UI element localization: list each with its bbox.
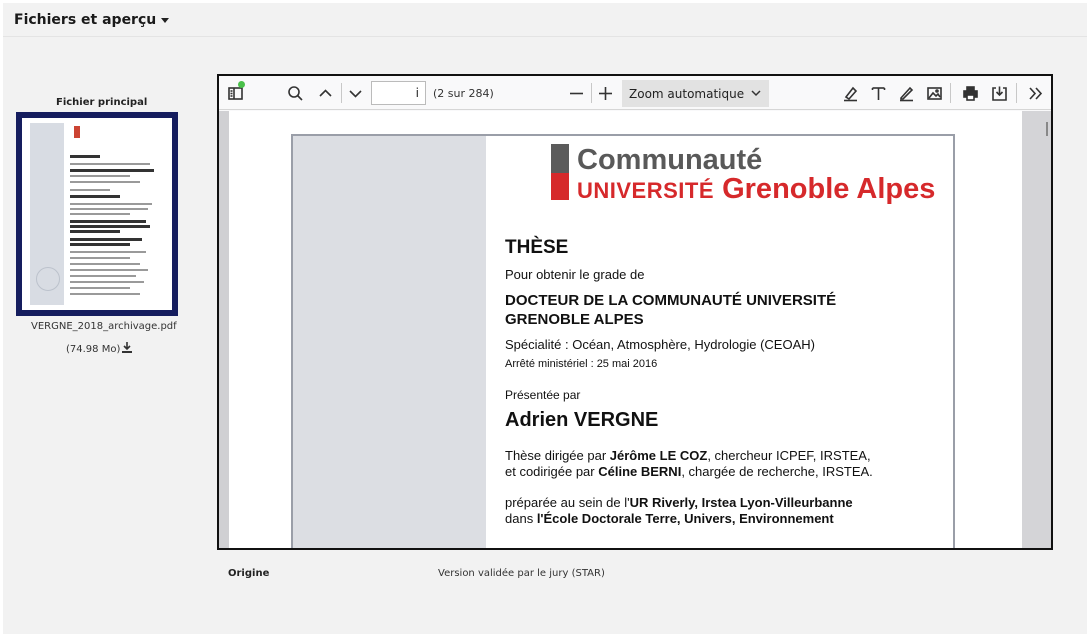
thumbnail-page xyxy=(30,123,164,305)
doc-prepared-at: préparée au sein de l'UR Riverly, Irstea… xyxy=(505,495,853,526)
scrollbar-thumb[interactable] xyxy=(1046,122,1048,136)
search-icon[interactable] xyxy=(283,81,307,105)
chevron-down-icon[interactable] xyxy=(343,81,367,105)
doc-school: l'École Doctorale Terre, Univers, Enviro… xyxy=(536,511,834,526)
panel-header: Fichiers et aperçu xyxy=(3,3,1087,37)
notification-dot xyxy=(238,81,245,88)
pen-icon[interactable] xyxy=(894,81,918,105)
page-number-input[interactable] xyxy=(371,81,426,105)
seal-icon xyxy=(36,267,60,291)
zoom-value: Zoom automatique xyxy=(629,87,745,101)
file-size-value: (74.98 Mo) xyxy=(66,344,121,355)
logo-mark-icon xyxy=(551,144,569,173)
save-icon[interactable] xyxy=(987,81,1011,105)
minus-icon[interactable] xyxy=(564,81,588,105)
logo-line1: Communauté xyxy=(577,144,763,176)
pdf-page: Communauté UNIVERSITÉ Grenoble Alpes THÈ… xyxy=(291,134,955,548)
doc-grade-line2: GRENOBLE ALPES xyxy=(505,311,644,328)
doc-title: THÈSE xyxy=(505,237,569,258)
print-icon[interactable] xyxy=(958,81,982,105)
chevron-up-icon[interactable] xyxy=(313,81,337,105)
plus-icon[interactable] xyxy=(593,81,617,105)
doc-director: Jérôme LE COZ xyxy=(609,448,708,463)
main-file-thumbnail[interactable] xyxy=(16,112,178,316)
doc-speciality: Spécialité : Océan, Atmosphère, Hydrolog… xyxy=(505,337,815,352)
zoom-select[interactable]: Zoom automatique xyxy=(622,80,769,107)
viewport-left-gutter xyxy=(219,111,229,548)
doc-lab: UR Riverly, Irstea Lyon-Villeurbanne xyxy=(629,495,853,510)
highlight-icon[interactable] xyxy=(838,81,862,105)
file-size: (74.98 Mo) xyxy=(66,342,133,356)
download-icon[interactable] xyxy=(122,342,133,356)
chevron-down-icon xyxy=(751,90,761,97)
double-chevron-right-icon[interactable] xyxy=(1023,81,1047,105)
vertical-scrollbar[interactable] xyxy=(1022,111,1051,548)
image-icon[interactable] xyxy=(922,81,946,105)
doc-arrete: Arrêté ministériel : 25 mai 2016 xyxy=(505,358,658,370)
panel-title-dropdown[interactable]: Fichiers et aperçu xyxy=(14,12,170,28)
pdf-viewport[interactable]: Communauté UNIVERSITÉ Grenoble Alpes THÈ… xyxy=(219,111,1051,548)
logo-university: UNIVERSITÉ xyxy=(577,178,715,203)
text-icon[interactable] xyxy=(866,81,890,105)
page-count: (2 sur 284) xyxy=(433,87,494,100)
doc-supervisors: Thèse dirigée par Jérôme LE COZ, cherche… xyxy=(505,448,873,479)
panel-title-label: Fichiers et aperçu xyxy=(14,12,157,28)
main-file-label: Fichier principal xyxy=(56,97,148,108)
pdf-viewer: (2 sur 284) Zoom automatique xyxy=(217,74,1053,550)
file-name-link[interactable]: VERGNE_2018_archivage.pdf xyxy=(31,321,177,332)
thumbnail-logo-icon xyxy=(74,126,80,138)
logo-line2: UNIVERSITÉ Grenoble Alpes xyxy=(577,173,935,207)
page-area: Communauté UNIVERSITÉ Grenoble Alpes THÈ… xyxy=(229,111,1022,548)
origin-value: Version validée par le jury (STAR) xyxy=(438,568,605,579)
doc-presented-by: Présentée par xyxy=(505,388,581,402)
logo-mark-red-icon xyxy=(551,173,569,200)
doc-grade-line1: DOCTEUR DE LA COMMUNAUTÉ UNIVERSITÉ xyxy=(505,292,837,309)
doc-author: Adrien VERGNE xyxy=(505,409,659,431)
doc-grade-intro: Pour obtenir le grade de xyxy=(505,267,645,282)
page-stripe xyxy=(293,136,486,548)
origin-label: Origine xyxy=(228,568,270,579)
doc-codirector: Céline BERNI xyxy=(598,464,682,479)
pdf-toolbar: (2 sur 284) Zoom automatique xyxy=(219,76,1051,110)
logo-grenoble: Grenoble Alpes xyxy=(722,173,936,205)
doc-grade: DOCTEUR DE LA COMMUNAUTÉ UNIVERSITÉ GREN… xyxy=(505,291,836,329)
caret-down-icon xyxy=(161,17,170,23)
